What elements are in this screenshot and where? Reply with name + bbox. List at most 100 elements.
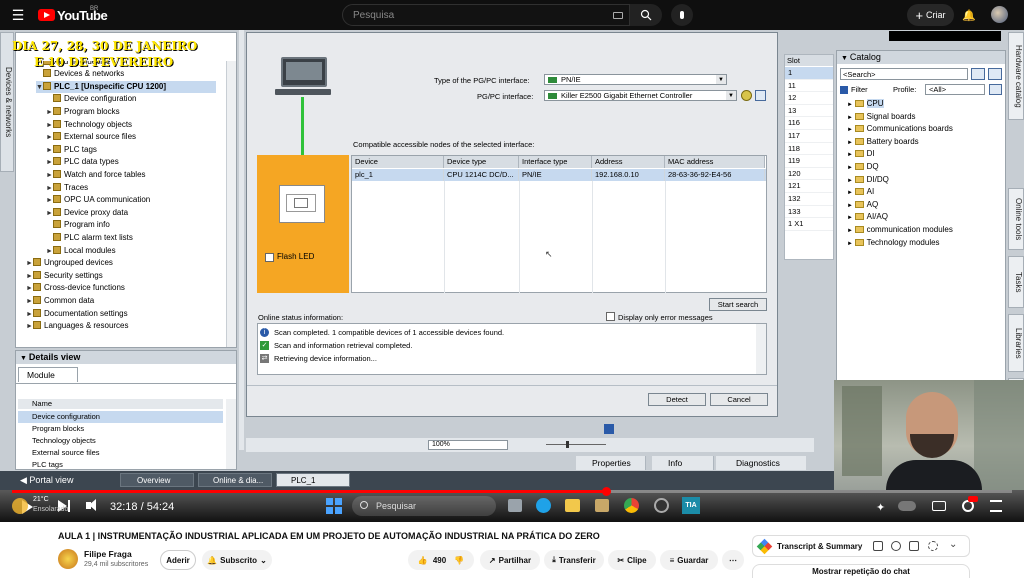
profile-settings-icon[interactable] bbox=[989, 84, 1002, 95]
mic-button[interactable] bbox=[671, 4, 693, 26]
download-button[interactable]: ⤓ Transferir bbox=[544, 550, 604, 570]
column-header[interactable]: MAC address bbox=[665, 156, 765, 168]
tree-item[interactable]: PLC alarm text lists bbox=[46, 232, 133, 244]
copy-icon[interactable] bbox=[909, 541, 919, 551]
details-row[interactable]: Program blocks bbox=[18, 423, 223, 435]
detect-button[interactable]: Detect bbox=[648, 393, 706, 406]
expand-arrow-icon[interactable]: ► bbox=[847, 190, 855, 196]
start-search-button[interactable]: Start search bbox=[709, 298, 767, 311]
tia-portal-icon[interactable]: TIA bbox=[682, 497, 700, 514]
tree-item[interactable]: ► Watch and force tables bbox=[46, 169, 146, 181]
slot-row[interactable]: 11 bbox=[785, 80, 833, 93]
robot-icon[interactable] bbox=[873, 541, 883, 551]
column-header[interactable]: Address bbox=[592, 156, 665, 168]
tree-item[interactable]: ▼ PLC_1 [Unspecific CPU 1200] bbox=[36, 80, 216, 94]
transcript-label[interactable]: Transcript & Summary bbox=[777, 542, 862, 551]
expand-arrow-icon[interactable]: ► bbox=[26, 271, 33, 283]
slot-row[interactable]: 118 bbox=[785, 143, 833, 156]
slot-row[interactable]: 133 bbox=[785, 206, 833, 219]
tree-item[interactable]: ► Documentation settings bbox=[26, 308, 128, 320]
windows-search-box[interactable]: Pesquisar bbox=[352, 496, 496, 516]
expand-arrow-icon[interactable]: ► bbox=[847, 241, 855, 247]
scroll-down-icon[interactable] bbox=[604, 424, 614, 434]
expand-arrow-icon[interactable]: ► bbox=[46, 246, 53, 258]
catalog-item[interactable]: ► Communications boards bbox=[847, 124, 953, 133]
tab-module[interactable]: Module bbox=[18, 367, 78, 382]
pgpc-select[interactable]: Killer E2500 Gigabit Ethernet Controller… bbox=[544, 90, 737, 101]
tab-diagnostics[interactable]: Diagnostics bbox=[716, 456, 806, 470]
chevron-down-icon[interactable]: ⌄ bbox=[949, 539, 957, 550]
expand-arrow-icon[interactable]: ► bbox=[26, 296, 33, 308]
slot-row[interactable]: 116 bbox=[785, 117, 833, 130]
catalog-item[interactable]: ► AI/AQ bbox=[847, 212, 888, 221]
expand-arrow-icon[interactable]: ► bbox=[46, 132, 53, 144]
tree-item[interactable]: ► Traces bbox=[46, 182, 88, 194]
status-scrollbar[interactable] bbox=[756, 324, 766, 374]
store-icon[interactable] bbox=[595, 499, 609, 512]
tree-item[interactable]: ► PLC tags bbox=[46, 144, 97, 156]
gear-icon[interactable] bbox=[928, 541, 938, 551]
create-button[interactable]: + Criar bbox=[907, 4, 954, 26]
search-down-icon[interactable] bbox=[971, 68, 985, 80]
taskbar-plc1[interactable]: PLC_1 bbox=[276, 473, 350, 487]
slot-row[interactable]: 1 bbox=[785, 67, 833, 80]
tree-scrollbar[interactable] bbox=[226, 61, 236, 347]
subscribed-button[interactable]: 🔔 Subscrito ⌄ bbox=[202, 550, 272, 570]
cancel-button[interactable]: Cancel bbox=[710, 393, 768, 406]
catalog-item[interactable]: ► Battery boards bbox=[847, 137, 919, 146]
portal-view-button[interactable]: ◀ Portal view bbox=[20, 475, 73, 486]
autoplay-toggle[interactable] bbox=[898, 501, 916, 511]
details-scrollbar[interactable] bbox=[226, 399, 236, 469]
slot-row[interactable]: 121 bbox=[785, 180, 833, 193]
tree-item[interactable]: ► Technology objects bbox=[46, 119, 132, 131]
tree-item[interactable]: ► PLC data types bbox=[46, 156, 119, 168]
expand-arrow-icon[interactable]: ► bbox=[847, 215, 855, 221]
side-tab-tasks[interactable]: Tasks bbox=[1008, 256, 1024, 308]
keyboard-icon[interactable] bbox=[613, 12, 623, 19]
catalog-item[interactable]: ► DI bbox=[847, 149, 875, 158]
flash-led-checkbox[interactable] bbox=[265, 253, 274, 262]
catalog-item[interactable]: ► Signal boards bbox=[847, 112, 916, 121]
expand-arrow-icon[interactable]: ► bbox=[26, 321, 33, 333]
catalog-item[interactable]: ► Technology modules bbox=[847, 238, 940, 247]
taskbar-overview[interactable]: Overview bbox=[120, 473, 194, 487]
search-button[interactable] bbox=[630, 4, 662, 26]
slot-row[interactable]: 120 bbox=[785, 168, 833, 181]
type-select[interactable]: PN/IE ▼ bbox=[544, 74, 727, 85]
search-up-icon[interactable] bbox=[988, 68, 1002, 80]
expand-arrow-icon[interactable]: ► bbox=[46, 107, 53, 119]
taskview-icon[interactable] bbox=[508, 499, 522, 512]
expand-arrow-icon[interactable]: ► bbox=[847, 140, 855, 146]
details-row[interactable]: PLC tags bbox=[18, 459, 223, 471]
zoom-slider[interactable] bbox=[546, 444, 606, 445]
catalog-search-input[interactable]: <Search> bbox=[840, 68, 968, 80]
chevron-down-icon[interactable]: ▼ bbox=[716, 75, 726, 84]
expand-arrow-icon[interactable]: ► bbox=[847, 165, 855, 171]
expand-arrow-icon[interactable]: ► bbox=[847, 203, 855, 209]
more-button[interactable]: ⋯ bbox=[722, 550, 744, 570]
column-header[interactable]: Interface type bbox=[519, 156, 592, 168]
subtitles-icon[interactable] bbox=[932, 501, 946, 511]
tab-info[interactable]: Info bbox=[652, 456, 714, 470]
slot-row[interactable]: 1 X1 bbox=[785, 218, 833, 231]
join-button[interactable]: Aderir bbox=[160, 550, 196, 570]
tab-properties[interactable]: Properties bbox=[576, 456, 646, 470]
app-icon[interactable] bbox=[654, 498, 669, 513]
tree-item[interactable]: ► Languages & resources bbox=[26, 320, 129, 332]
tree-item[interactable]: Program info bbox=[46, 219, 110, 231]
expand-arrow-icon[interactable]: ▼ bbox=[36, 82, 43, 94]
youtube-logo-icon[interactable] bbox=[38, 9, 55, 21]
tree-item[interactable]: ► Ungrouped devices bbox=[26, 257, 113, 269]
catalog-item[interactable]: ► AI bbox=[847, 187, 874, 196]
tree-item[interactable]: ► Device proxy data bbox=[46, 207, 128, 219]
channel-avatar[interactable] bbox=[58, 549, 78, 569]
openai-icon[interactable] bbox=[891, 541, 901, 551]
expand-arrow-icon[interactable]: ► bbox=[46, 183, 53, 195]
tree-item[interactable]: ► Program blocks bbox=[46, 106, 120, 118]
edge-icon[interactable] bbox=[536, 498, 551, 513]
zoom-select[interactable]: 100% bbox=[428, 440, 508, 450]
catalog-item[interactable]: ► DI/DQ bbox=[847, 175, 889, 184]
expand-arrow-icon[interactable]: ► bbox=[847, 228, 855, 234]
expand-arrow-icon[interactable]: ► bbox=[26, 309, 33, 321]
clip-button[interactable]: ✂ Clipe bbox=[608, 550, 656, 570]
